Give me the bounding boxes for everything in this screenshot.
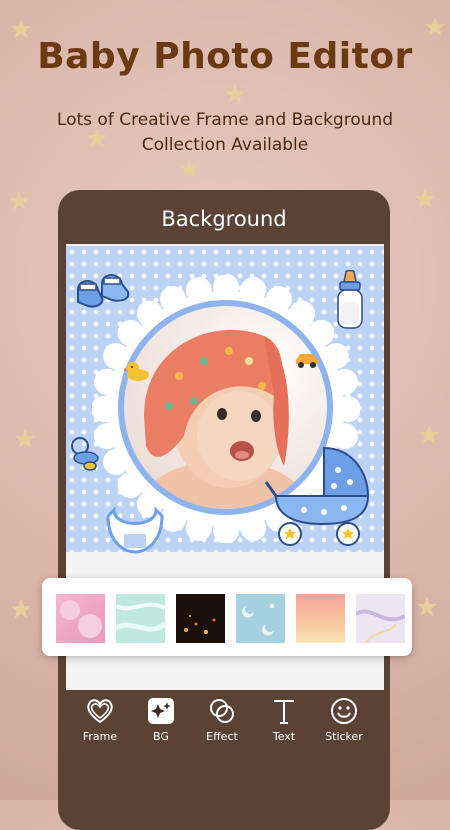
frame-tool-label: Frame — [82, 730, 118, 743]
background-option-sunset-sky[interactable] — [296, 594, 345, 643]
promo-title: Baby Photo Editor — [37, 36, 413, 77]
effect-tool-label: Effect — [206, 730, 238, 743]
magic-sparkle-icon — [148, 698, 174, 724]
background-picker — [42, 578, 412, 656]
baby-bottle-icon — [337, 270, 363, 329]
background-option-pastel-marble[interactable] — [356, 594, 405, 643]
baby-bib-icon — [106, 506, 164, 554]
star-decoration-icon — [14, 428, 36, 450]
star-decoration-icon — [414, 188, 436, 210]
editor-toolbar: Frame BG Effect Text Sticker — [58, 690, 390, 750]
bg-tool-button[interactable]: BG — [131, 696, 191, 746]
background-option-blue-moons[interactable] — [236, 594, 285, 643]
sticker-tool-button[interactable]: Sticker — [314, 696, 374, 746]
background-option-dark-bokeh[interactable] — [176, 594, 225, 643]
baby-shoes-icon — [77, 274, 130, 308]
baby-stroller-icon — [264, 446, 370, 546]
star-decoration-icon — [418, 424, 440, 446]
background-option-mint-marble[interactable] — [116, 594, 165, 643]
pacifier-icon — [71, 437, 99, 471]
star-decoration-icon — [178, 158, 200, 180]
bg-tool-label: BG — [153, 730, 169, 743]
toy-car-icon — [296, 354, 318, 368]
promo-subtitle-line1: Lots of Creative Frame and Background — [56, 110, 394, 130]
sticker-tool-label: Sticker — [325, 730, 363, 743]
background-option-pink-clouds[interactable] — [56, 594, 105, 643]
text-t-icon — [274, 700, 294, 724]
text-tool-label: Text — [272, 730, 296, 743]
effect-tool-button[interactable]: Effect — [192, 696, 252, 746]
star-decoration-icon — [424, 16, 446, 38]
promo-subtitle: Lots of Creative Frame and Background Co… — [0, 108, 450, 158]
star-decoration-icon — [8, 190, 30, 212]
promo-subtitle-line2: Collection Available — [141, 135, 309, 155]
frame-tool-button[interactable]: Frame — [70, 696, 130, 746]
heart-frame-icon — [87, 699, 113, 724]
text-tool-button[interactable]: Text — [254, 696, 314, 746]
effect-circles-icon — [210, 699, 234, 723]
star-decoration-icon — [224, 83, 246, 105]
star-decoration-icon — [416, 596, 438, 618]
screen-title: Background — [161, 207, 287, 231]
star-decoration-icon — [10, 598, 32, 620]
rubber-duck-icon — [124, 362, 149, 381]
smiley-sticker-icon — [331, 698, 357, 724]
